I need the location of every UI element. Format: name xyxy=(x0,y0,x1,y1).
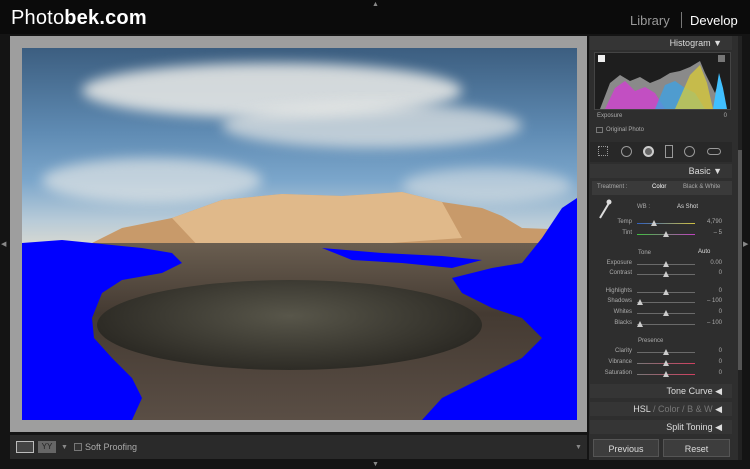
contrast-label: Contrast xyxy=(609,270,632,276)
temp-value[interactable]: 4,790 xyxy=(692,219,722,225)
tint-thumb[interactable] xyxy=(663,231,669,237)
blacks-slider[interactable] xyxy=(637,324,695,325)
exposure-thumb[interactable] xyxy=(663,261,669,267)
shadows-label: Shadows xyxy=(607,298,632,304)
eyedropper-icon xyxy=(599,199,612,219)
blacks-thumb[interactable] xyxy=(637,321,643,327)
whites-thumb[interactable] xyxy=(663,310,669,316)
soft-proofing-checkbox[interactable] xyxy=(74,443,82,451)
histogram-graph xyxy=(600,61,727,109)
hsl-header[interactable]: HSL / Color / B & W ◀ xyxy=(590,402,732,416)
treatment-color-option[interactable]: Color xyxy=(652,184,666,190)
exposure-value[interactable]: 0.00 xyxy=(692,260,722,266)
shadows-slider[interactable] xyxy=(637,302,695,303)
presence-label: Presence xyxy=(638,338,664,344)
module-library[interactable]: Library xyxy=(630,13,670,28)
histogram-header[interactable]: Histogram ▼ xyxy=(590,36,732,50)
shadows-value[interactable]: – 100 xyxy=(692,298,722,304)
clarity-label: Clarity xyxy=(614,348,632,354)
red-eye-icon[interactable] xyxy=(643,146,654,157)
soft-proofing-label: Soft Proofing xyxy=(85,442,138,452)
highlights-value[interactable]: 0 xyxy=(692,288,722,294)
toolbar-dropdown-icon[interactable]: ▼ xyxy=(575,444,582,451)
highlights-label: Highlights xyxy=(605,288,632,294)
original-photo-checkbox[interactable] xyxy=(596,127,603,133)
contrast-value[interactable]: 0 xyxy=(692,270,722,276)
app-logo: Photobek.com xyxy=(11,7,147,29)
exposure-label: Exposure xyxy=(606,260,632,266)
histogram-exposure-label: Exposure xyxy=(597,113,623,119)
treatment-label: Treatment : xyxy=(597,184,628,190)
blacks-label: Blacks xyxy=(614,320,632,326)
graduated-filter-icon[interactable] xyxy=(665,145,673,158)
shadow-clip-indicator[interactable] xyxy=(598,55,605,62)
hsl-separator: / xyxy=(682,404,685,414)
hsl-tab[interactable]: HSL xyxy=(633,404,650,414)
left-panel-toggle-icon[interactable]: ◀ xyxy=(1,240,6,248)
scroll-thumb[interactable] xyxy=(738,150,742,370)
wb-label: WB : xyxy=(637,204,650,210)
saturation-label: Saturation xyxy=(604,370,632,376)
histogram-exposure-value: 0 xyxy=(723,113,727,119)
saturation-value[interactable]: 0 xyxy=(692,370,722,376)
clarity-value[interactable]: 0 xyxy=(692,348,722,354)
whites-value[interactable]: 0 xyxy=(692,309,722,315)
auto-button[interactable]: Auto xyxy=(698,249,710,255)
saturation-thumb[interactable] xyxy=(663,371,669,377)
temp-thumb[interactable] xyxy=(651,220,657,226)
adjustment-brush-icon[interactable] xyxy=(707,148,721,155)
vibrance-value[interactable]: 0 xyxy=(692,359,722,365)
histogram[interactable] xyxy=(594,52,731,110)
wb-select[interactable]: As Shot xyxy=(677,204,698,210)
loupe-view-icon[interactable] xyxy=(16,441,34,453)
color-tab[interactable]: Color xyxy=(658,404,680,414)
right-panel-toggle-icon[interactable]: ▶ xyxy=(743,240,748,248)
tint-label: Tint xyxy=(622,230,632,236)
radial-filter-icon[interactable] xyxy=(684,146,695,157)
contrast-thumb[interactable] xyxy=(663,271,669,277)
basic-header[interactable]: Basic ▼ xyxy=(590,164,732,178)
filmstrip-toggle-icon[interactable]: ▼ xyxy=(372,461,379,468)
bw-tab[interactable]: B & W xyxy=(687,404,713,414)
tint-value[interactable]: – 5 xyxy=(692,230,722,236)
shadows-thumb[interactable] xyxy=(637,299,643,305)
vibrance-thumb[interactable] xyxy=(663,360,669,366)
module-divider xyxy=(681,12,682,28)
photo-preview[interactable] xyxy=(22,48,577,420)
wb-picker-icon[interactable] xyxy=(598,199,612,219)
tone-curve-header[interactable]: Tone Curve ◀ xyxy=(590,384,732,398)
top-panel-toggle-icon[interactable]: ▲ xyxy=(372,1,379,8)
clarity-thumb[interactable] xyxy=(663,349,669,355)
blacks-value[interactable]: – 100 xyxy=(692,320,722,326)
spot-removal-icon[interactable] xyxy=(621,146,632,157)
highlight-clip-indicator[interactable] xyxy=(718,55,725,62)
hsl-separator: / xyxy=(652,404,656,414)
view-dropdown-icon[interactable]: ▼ xyxy=(61,444,68,451)
crop-tool-icon[interactable] xyxy=(598,146,608,156)
previous-button[interactable]: Previous xyxy=(593,439,659,457)
tone-label: Tone xyxy=(638,250,652,256)
temp-label: Temp xyxy=(617,219,632,225)
module-develop[interactable]: Develop xyxy=(690,13,738,28)
reset-button[interactable]: Reset xyxy=(663,439,730,457)
vibrance-label: Vibrance xyxy=(608,359,632,365)
highlights-thumb[interactable] xyxy=(663,289,669,295)
split-toning-header[interactable]: Split Toning ◀ xyxy=(590,420,732,434)
whites-label: Whites xyxy=(613,309,632,315)
compare-view-button[interactable]: YY xyxy=(38,441,56,453)
original-photo-label: Original Photo xyxy=(606,127,645,133)
temp-slider[interactable] xyxy=(637,223,695,224)
clipping-overlay xyxy=(22,198,577,420)
treatment-bw-option[interactable]: Black & White xyxy=(683,184,720,190)
